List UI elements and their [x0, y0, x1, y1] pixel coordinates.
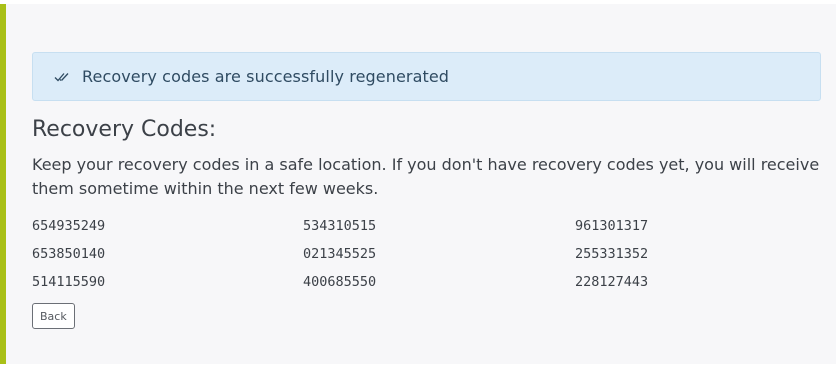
recovery-code: 228127443 [575, 274, 649, 290]
recovery-code: 255331352 [575, 246, 649, 262]
recovery-codes-description: Keep your recovery codes in a safe locat… [32, 155, 820, 198]
recovery-codes-grid: 654935249 534310515 961301317 653850140 … [32, 212, 836, 296]
content-panel: Recovery codes are successfully regenera… [0, 4, 836, 364]
page-title: Recovery Codes: [32, 117, 217, 142]
recovery-code: 961301317 [575, 218, 649, 234]
recovery-code: 653850140 [32, 246, 106, 262]
double-check-icon [54, 69, 70, 85]
page: Recovery codes are successfully regenera… [0, 0, 836, 369]
recovery-code: 534310515 [303, 218, 377, 234]
recovery-code: 654935249 [32, 218, 106, 234]
recovery-code: 021345525 [303, 246, 377, 262]
back-button[interactable]: Back [32, 303, 75, 329]
success-alert: Recovery codes are successfully regenera… [32, 52, 821, 101]
alert-message: Recovery codes are successfully regenera… [82, 67, 450, 86]
recovery-code: 514115590 [32, 274, 106, 290]
recovery-code: 400685550 [303, 274, 377, 290]
